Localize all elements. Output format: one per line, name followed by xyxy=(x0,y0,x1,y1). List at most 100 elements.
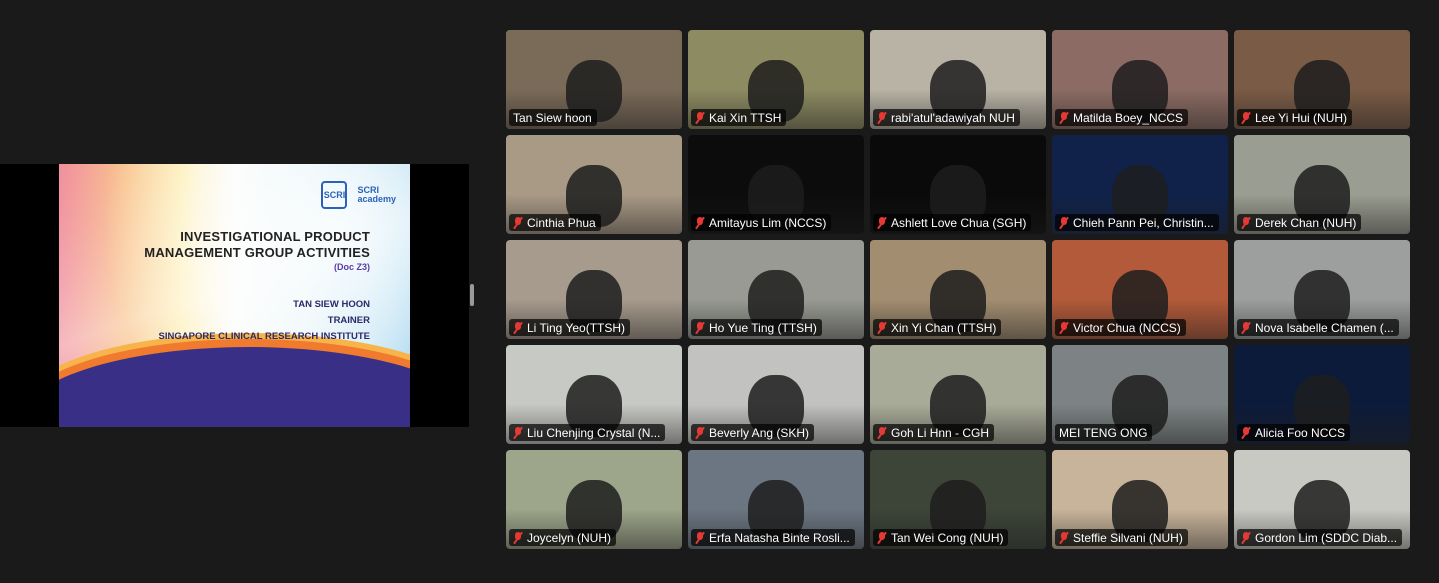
slide-presenter-role: TRAINER xyxy=(327,315,370,326)
participant-name-label: Cinthia Phua xyxy=(509,214,601,231)
participant-name-label: Alicia Foo NCCS xyxy=(1237,424,1351,441)
participant-name-label: Steffie Silvani (NUH) xyxy=(1055,529,1188,546)
mic-muted-icon xyxy=(695,426,705,439)
participant-tile[interactable]: Xin Yi Chan (TTSH) xyxy=(870,240,1046,339)
mic-muted-icon xyxy=(877,216,887,229)
slide-doc-ref: (Doc Z3) xyxy=(334,262,370,272)
participant-name-label: MEI TENG ONG xyxy=(1055,424,1153,441)
mic-muted-icon xyxy=(877,321,887,334)
scri-logo: SCRI xyxy=(321,181,348,209)
mic-muted-icon xyxy=(1241,216,1251,229)
participant-tile[interactable]: Victor Chua (NCCS) xyxy=(1052,240,1228,339)
participant-name: rabi'atul'adawiyah NUH xyxy=(891,110,1015,125)
slide-organization: SINGAPORE CLINICAL RESEARCH INSTITUTE xyxy=(158,331,370,342)
mic-muted-icon xyxy=(695,111,705,124)
participant-name-label: Goh Li Hnn - CGH xyxy=(873,424,995,441)
mic-muted-icon xyxy=(877,111,887,124)
participant-name: Lee Yi Hui (NUH) xyxy=(1255,110,1348,125)
participant-name: Liu Chenjing Crystal (N... xyxy=(527,425,661,440)
mic-muted-icon xyxy=(695,531,705,544)
participant-name-label: Nova Isabelle Chamen (... xyxy=(1237,319,1399,336)
participant-name: Derek Chan (NUH) xyxy=(1255,215,1357,230)
participant-tile[interactable]: Derek Chan (NUH) xyxy=(1234,135,1410,234)
participant-name: Victor Chua (NCCS) xyxy=(1073,320,1181,335)
participant-tile[interactable]: Kai Xin TTSH xyxy=(688,30,864,129)
academy-logo-bottom: academy xyxy=(357,194,396,204)
participant-name: Alicia Foo NCCS xyxy=(1255,425,1346,440)
participant-tile[interactable]: Beverly Ang (SKH) xyxy=(688,345,864,444)
participant-tile[interactable]: Joycelyn (NUH) xyxy=(506,450,682,549)
participant-name-label: Tan Wei Cong (NUH) xyxy=(873,529,1009,546)
participant-name: Amitayus Lim (NCCS) xyxy=(709,215,827,230)
participant-name-label: Victor Chua (NCCS) xyxy=(1055,319,1186,336)
slide-presenter-name: TAN SIEW HOON xyxy=(293,299,370,310)
participant-name-label: Erfa Natasha Binte Rosli... xyxy=(691,529,855,546)
participant-name: MEI TENG ONG xyxy=(1059,425,1148,440)
participant-name: Joycelyn (NUH) xyxy=(527,530,612,545)
participant-name-label: Kai Xin TTSH xyxy=(691,109,787,126)
participant-name: Goh Li Hnn - CGH xyxy=(891,425,990,440)
participant-tile[interactable]: Ho Yue Ting (TTSH) xyxy=(688,240,864,339)
participant-name: Nova Isabelle Chamen (... xyxy=(1255,320,1394,335)
participant-name-label: Tan Siew hoon xyxy=(509,109,597,126)
participant-tile[interactable]: Alicia Foo NCCS xyxy=(1234,345,1410,444)
mic-muted-icon xyxy=(1059,111,1069,124)
participant-name: Tan Wei Cong (NUH) xyxy=(891,530,1004,545)
mic-muted-icon xyxy=(1241,111,1251,124)
participant-name: Ho Yue Ting (TTSH) xyxy=(709,320,817,335)
participant-name-label: Liu Chenjing Crystal (N... xyxy=(509,424,666,441)
participant-tile[interactable]: rabi'atul'adawiyah NUH xyxy=(870,30,1046,129)
participant-name: Steffie Silvani (NUH) xyxy=(1073,530,1183,545)
participant-tile[interactable]: Matilda Boey_NCCS xyxy=(1052,30,1228,129)
participant-tile[interactable]: Cinthia Phua xyxy=(506,135,682,234)
mic-muted-icon xyxy=(513,321,523,334)
participant-tile[interactable]: Liu Chenjing Crystal (N... xyxy=(506,345,682,444)
presentation-slide: SCRI SCRI academy INVESTIGATIONAL PRODUC… xyxy=(59,164,410,427)
mic-muted-icon xyxy=(1241,426,1251,439)
participant-tile[interactable]: Amitayus Lim (NCCS) xyxy=(688,135,864,234)
participant-tile[interactable]: Li Ting Yeo(TTSH) xyxy=(506,240,682,339)
mic-muted-icon xyxy=(1241,321,1251,334)
participant-name: Beverly Ang (SKH) xyxy=(709,425,810,440)
participant-name: Matilda Boey_NCCS xyxy=(1073,110,1184,125)
participant-tile[interactable]: Nova Isabelle Chamen (... xyxy=(1234,240,1410,339)
participant-name-label: Gordon Lim (SDDC Diab... xyxy=(1237,529,1403,546)
split-view-handle[interactable] xyxy=(470,284,474,306)
participant-tile[interactable]: Steffie Silvani (NUH) xyxy=(1052,450,1228,549)
mic-muted-icon xyxy=(1059,321,1069,334)
shared-screen: SCRI SCRI academy INVESTIGATIONAL PRODUC… xyxy=(0,164,469,427)
participant-tile[interactable]: Chieh Pann Pei, Christin... xyxy=(1052,135,1228,234)
slide-logos: SCRI SCRI academy xyxy=(321,181,396,209)
participant-tile[interactable]: Tan Siew hoon xyxy=(506,30,682,129)
participant-name: Xin Yi Chan (TTSH) xyxy=(891,320,997,335)
participant-name: Cinthia Phua xyxy=(527,215,596,230)
participant-tile[interactable]: MEI TENG ONG xyxy=(1052,345,1228,444)
mic-muted-icon xyxy=(877,426,887,439)
mic-muted-icon xyxy=(877,531,887,544)
participant-name-label: rabi'atul'adawiyah NUH xyxy=(873,109,1020,126)
mic-muted-icon xyxy=(1241,531,1251,544)
mic-muted-icon xyxy=(513,531,523,544)
mic-muted-icon xyxy=(513,216,523,229)
participant-name-label: Ho Yue Ting (TTSH) xyxy=(691,319,822,336)
participant-name-label: Ashlett Love Chua (SGH) xyxy=(873,214,1032,231)
participant-name-label: Amitayus Lim (NCCS) xyxy=(691,214,832,231)
participant-name-label: Li Ting Yeo(TTSH) xyxy=(509,319,631,336)
participant-tile[interactable]: Goh Li Hnn - CGH xyxy=(870,345,1046,444)
participant-tile[interactable]: Tan Wei Cong (NUH) xyxy=(870,450,1046,549)
participant-tile[interactable]: Gordon Lim (SDDC Diab... xyxy=(1234,450,1410,549)
participant-tile[interactable]: Lee Yi Hui (NUH) xyxy=(1234,30,1410,129)
participant-name: Tan Siew hoon xyxy=(513,110,592,125)
participant-name-label: Beverly Ang (SKH) xyxy=(691,424,815,441)
participant-name: Chieh Pann Pei, Christin... xyxy=(1073,215,1214,230)
slide-title-line2: MANAGEMENT GROUP ACTIVITIES xyxy=(144,245,370,260)
mic-muted-icon xyxy=(513,426,523,439)
scri-academy-logo: SCRI academy xyxy=(357,186,396,204)
mic-muted-icon xyxy=(1059,531,1069,544)
participant-tile[interactable]: Erfa Natasha Binte Rosli... xyxy=(688,450,864,549)
slide-title: INVESTIGATIONAL PRODUCT MANAGEMENT GROUP… xyxy=(144,229,370,261)
slide-presenter-info: TAN SIEW HOON TRAINER SINGAPORE CLINICAL… xyxy=(159,297,370,345)
participant-name-label: Joycelyn (NUH) xyxy=(509,529,617,546)
mic-muted-icon xyxy=(1059,216,1069,229)
participant-tile[interactable]: Ashlett Love Chua (SGH) xyxy=(870,135,1046,234)
